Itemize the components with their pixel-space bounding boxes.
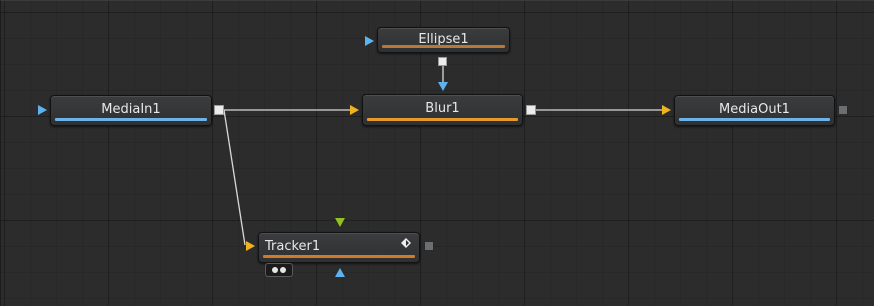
node-mediaout1-bar [679,118,830,121]
node-blur1[interactable]: Blur1 [362,94,523,126]
node-editor-canvas[interactable]: Ellipse1 MediaIn1 Blur1 MediaOut1 Tracke… [0,0,874,306]
ellipse-output-icon[interactable] [438,57,447,66]
mediain-output-icon[interactable] [214,105,224,115]
diamond-keyframe-icon[interactable] [401,238,411,248]
node-mediain1-bar [55,118,207,121]
node-mediain1-label: MediaIn1 [101,102,161,117]
mediaout-output-icon[interactable] [838,105,848,115]
node-ellipse1[interactable]: Ellipse1 [377,27,510,53]
mediaout-input-icon[interactable] [662,105,671,115]
node-tracker1[interactable]: Tracker1 [258,232,420,263]
blur-background-input-icon[interactable] [350,105,359,115]
tracker-output-icon[interactable] [424,241,434,251]
node-mediaout1-label: MediaOut1 [719,102,790,117]
blur-output-icon[interactable] [526,105,536,115]
node-tracker1-bar [263,255,415,258]
node-blur1-label: Blur1 [425,101,460,116]
tracker-foreground-input-icon[interactable] [335,218,345,227]
node-mediain1[interactable]: MediaIn1 [50,95,212,126]
ellipse-mask-input-icon[interactable] [365,36,374,46]
node-tracker1-label: Tracker1 [265,239,321,254]
node-blur1-bar [367,118,518,121]
tracker-points-badge-icon [265,263,293,277]
tracker-background-input-icon[interactable] [246,241,255,251]
wire-mediain-to-tracker[interactable] [223,109,246,246]
node-mediaout1[interactable]: MediaOut1 [674,95,835,126]
tracker-mask-input-icon[interactable] [335,268,345,277]
blur-effect-mask-input-icon[interactable] [438,82,448,91]
mediain-input-icon[interactable] [38,105,47,115]
node-ellipse1-bar [382,45,505,48]
